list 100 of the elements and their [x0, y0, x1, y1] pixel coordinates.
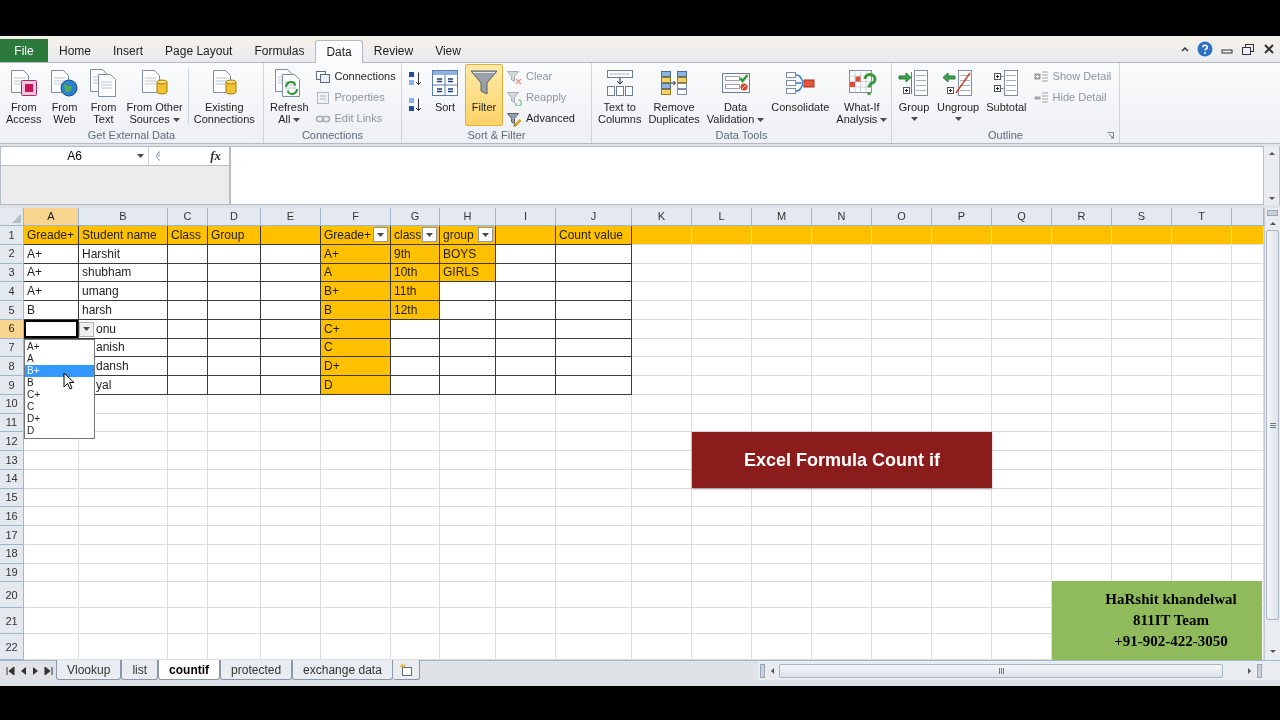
filter-button[interactable]: [478, 227, 493, 243]
row-header[interactable]: 1: [0, 226, 24, 245]
ribbon-tab[interactable]: Page Layout: [154, 40, 244, 62]
list-option[interactable]: D+: [25, 412, 94, 425]
column-header[interactable]: A: [24, 208, 79, 226]
column-header[interactable]: F: [321, 208, 391, 226]
column-header[interactable]: G: [391, 208, 440, 226]
help-icon[interactable]: [1197, 41, 1213, 57]
sheet-tab[interactable]: exchange data: [292, 660, 393, 680]
column-header[interactable]: R: [1052, 208, 1112, 226]
row-header[interactable]: 22: [0, 634, 24, 660]
ribbon-button[interactable]: From Web: [45, 64, 84, 126]
scroll-right-icon[interactable]: [1246, 666, 1254, 675]
row-header[interactable]: 21: [0, 608, 24, 635]
ribbon-tab[interactable]: Formulas: [243, 40, 316, 62]
insert-function-button[interactable]: fx: [208, 148, 223, 164]
close-icon[interactable]: [1262, 42, 1276, 56]
table-cell: [208, 507, 261, 526]
column-header[interactable]: O: [872, 208, 932, 226]
ribbon-small-button[interactable]: Advanced: [504, 108, 577, 129]
filter-button[interactable]: [422, 227, 437, 243]
ribbon-button[interactable]: Sort: [426, 64, 464, 126]
sort-ascending-icon: [407, 71, 423, 87]
last-sheet-icon[interactable]: [44, 665, 54, 676]
column-header[interactable]: D: [208, 208, 261, 226]
sheet-tab[interactable]: list: [121, 660, 159, 680]
column-header[interactable]: J: [556, 208, 632, 226]
row-header[interactable]: 13: [0, 451, 24, 470]
name-box[interactable]: A6: [1, 147, 149, 165]
ribbon-button[interactable]: From Text: [84, 64, 123, 126]
scroll-up-icon[interactable]: [1267, 149, 1276, 157]
ribbon-button[interactable]: Text to Columns: [595, 64, 645, 126]
ribbon-button[interactable]: From Other Sources: [123, 64, 186, 126]
column-header[interactable]: T: [1172, 208, 1232, 226]
ribbon-button[interactable]: Remove Duplicates: [645, 64, 703, 126]
ribbon-button[interactable]: Refresh All: [267, 64, 312, 126]
filter-button[interactable]: [373, 227, 388, 243]
row-header[interactable]: 9: [0, 376, 24, 395]
row-header[interactable]: 17: [0, 526, 24, 545]
table-cell: [632, 451, 692, 470]
ribbon-button[interactable]: Data Validation: [703, 64, 768, 126]
formula-input[interactable]: [230, 146, 1264, 205]
ribbon-tab[interactable]: Review: [362, 40, 425, 62]
ribbon-tab[interactable]: Data: [315, 40, 363, 63]
table-cell: [632, 376, 692, 395]
column-header[interactable]: L: [692, 208, 752, 226]
ribbon-button[interactable]: Ungroup: [934, 64, 983, 126]
split-handle[interactable]: [760, 663, 765, 678]
first-sheet-icon[interactable]: [5, 665, 15, 676]
table-cell: [208, 634, 261, 660]
dialog-launcher-icon[interactable]: [1106, 131, 1115, 140]
column-header[interactable]: S: [1112, 208, 1172, 226]
ribbon-button[interactable]: Consolidate: [768, 64, 833, 126]
row-header[interactable]: 5: [0, 301, 24, 320]
ribbon-button[interactable]: Subtotal: [983, 64, 1030, 126]
split-handle[interactable]: [1257, 663, 1262, 678]
row-header[interactable]: 12: [0, 432, 24, 451]
row-header[interactable]: 16: [0, 507, 24, 526]
row-header[interactable]: 20: [0, 582, 24, 609]
row-header[interactable]: 8: [0, 357, 24, 376]
column-header[interactable]: P: [932, 208, 992, 226]
column-header[interactable]: C: [168, 208, 208, 226]
ribbon-button[interactable]: What-If Analysis: [833, 64, 891, 126]
table-cell: [321, 634, 391, 660]
ribbon-tab[interactable]: Insert: [102, 40, 155, 62]
table-cell: B+: [321, 282, 391, 301]
column-header[interactable]: K: [632, 208, 692, 226]
scroll-down-icon[interactable]: [1267, 194, 1276, 202]
column-header[interactable]: N: [812, 208, 872, 226]
column-header[interactable]: I: [496, 208, 556, 226]
scrollbar-thumb[interactable]: [1266, 230, 1279, 620]
ribbon-button[interactable]: Group: [895, 64, 933, 126]
scroll-down-icon[interactable]: [1268, 647, 1277, 655]
ribbon-tab[interactable]: View: [424, 40, 472, 62]
column-header[interactable]: Q: [992, 208, 1052, 226]
note-text: +91-902-422-3050: [1114, 632, 1228, 651]
ribbon-collapse-icon[interactable]: [1180, 44, 1190, 54]
ribbon-tab[interactable]: File: [0, 39, 48, 62]
ribbon-tab[interactable]: Home: [48, 40, 102, 62]
sheet-tab[interactable]: countif: [158, 660, 221, 680]
column-header[interactable]: M: [752, 208, 812, 226]
restore-icon[interactable]: [1241, 42, 1255, 56]
column-header[interactable]: H: [440, 208, 496, 226]
list-option[interactable]: D: [25, 424, 94, 437]
column-header[interactable]: B: [79, 208, 168, 226]
table-cell: [391, 526, 440, 545]
ribbon-button[interactable]: Existing Connections: [190, 64, 258, 126]
column-header[interactable]: E: [261, 208, 321, 226]
scrollbar-thumb[interactable]: [779, 663, 1223, 678]
row-header[interactable]: 4: [0, 282, 24, 301]
ribbon-small-button[interactable]: Connections: [312, 66, 398, 87]
split-handle[interactable]: [1267, 210, 1278, 216]
table-cell: [992, 608, 1052, 635]
list-option[interactable]: C: [25, 400, 94, 413]
sheet-tab[interactable]: protected: [220, 660, 293, 680]
ribbon-button[interactable]: Filter: [465, 64, 503, 126]
sheet-tab[interactable]: Vlookup: [56, 660, 122, 680]
scroll-up-icon[interactable]: [1268, 219, 1277, 227]
insert-sheet-button[interactable]: [392, 660, 420, 680]
ribbon-button[interactable]: From Access: [3, 64, 45, 126]
